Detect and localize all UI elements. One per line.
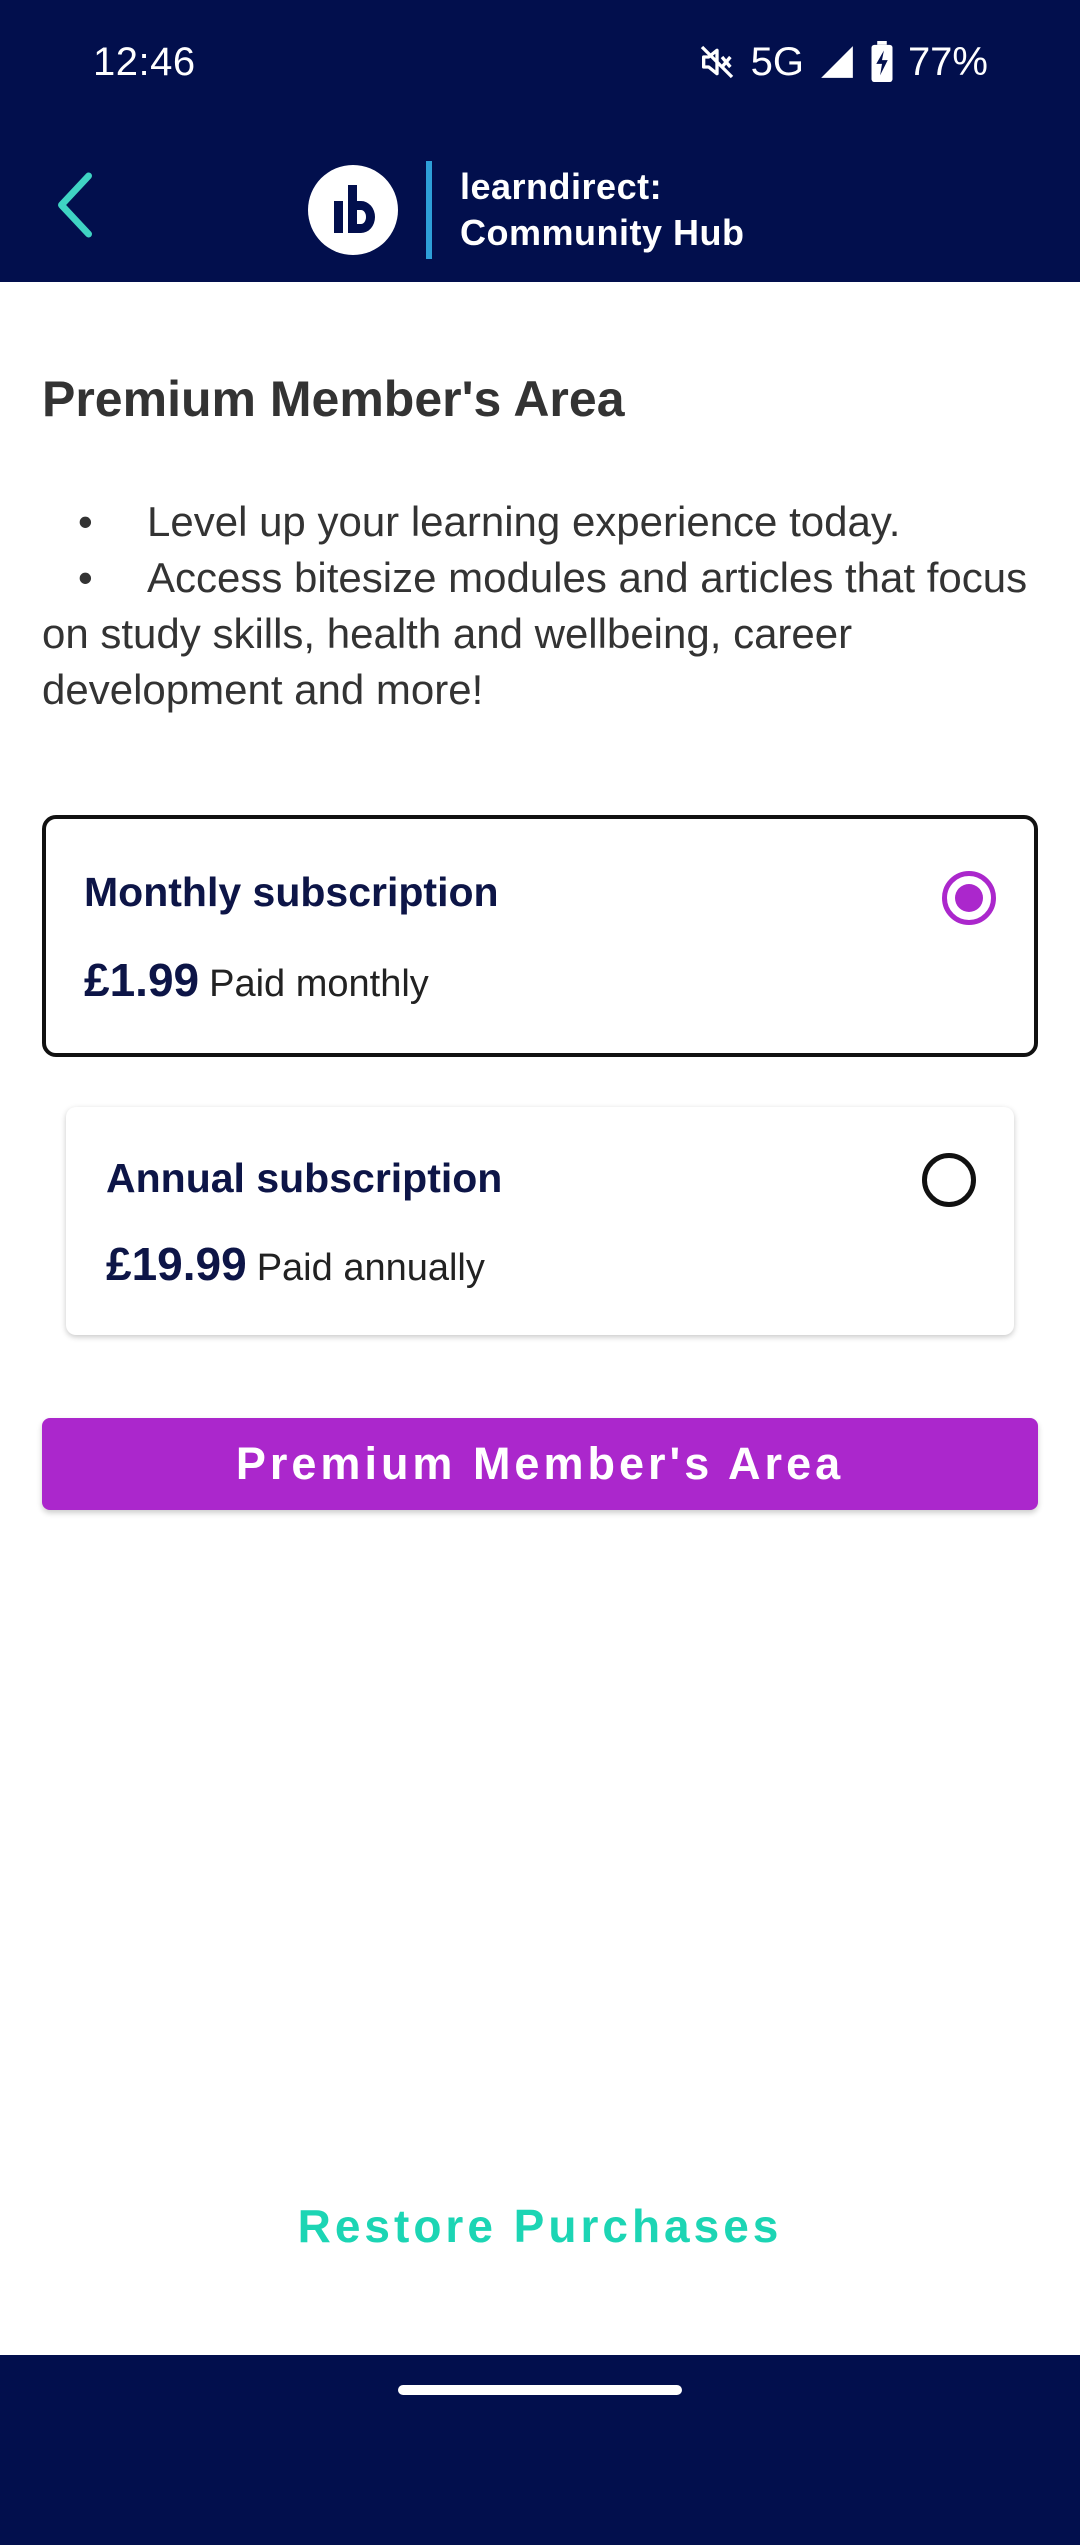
annual-plan-option[interactable]: Annual subscription £19.99 Paid annually — [66, 1107, 1014, 1335]
list-item-text: Access bitesize modules and articles tha… — [42, 554, 1028, 713]
page-title: Premium Member's Area — [42, 371, 625, 427]
signal-icon — [818, 43, 856, 81]
monthly-plan-option[interactable]: Monthly subscription £1.99 Paid monthly — [42, 815, 1038, 1057]
mute-icon — [697, 42, 737, 82]
home-indicator[interactable] — [398, 2385, 682, 2395]
app-logo: learndirect: Community Hub — [308, 160, 744, 260]
battery-charging-icon — [870, 41, 894, 83]
premium-area-button[interactable]: Premium Member's Area — [42, 1418, 1038, 1510]
network-label: 5G — [750, 39, 804, 84]
radio-selected-icon[interactable] — [942, 871, 996, 925]
status-icons: 5G 77% — [697, 38, 988, 86]
app-bar: learndirect: Community Hub — [0, 132, 1080, 282]
plan-price: £19.99 — [106, 1238, 247, 1290]
gesture-nav-bar — [0, 2355, 1080, 2545]
restore-purchases-link[interactable]: Restore Purchases — [0, 2199, 1080, 2253]
status-time: 12:46 — [93, 40, 196, 84]
plan-price-row: £19.99 Paid annually — [106, 1237, 485, 1291]
learndirect-logo-icon — [308, 165, 398, 255]
radio-unselected-icon[interactable] — [922, 1153, 976, 1207]
app-title-line2: Community Hub — [460, 212, 745, 253]
benefits-list: • Level up your learning experience today… — [42, 494, 1042, 718]
battery-percent: 77% — [907, 39, 988, 84]
plan-price-row: £1.99 Paid monthly — [84, 953, 429, 1007]
app-title-line1: learndirect: — [460, 166, 663, 207]
status-bar: 12:46 5G 77% — [0, 0, 1080, 132]
list-item-text: Level up your learning experience today. — [147, 498, 901, 545]
bullet-icon: • — [78, 498, 93, 545]
list-item: • Access bitesize modules and articles th… — [42, 550, 1042, 718]
plan-price: £1.99 — [84, 954, 200, 1006]
app-title: learndirect: Community Hub — [460, 164, 744, 256]
bullet-icon: • — [78, 554, 93, 601]
plan-name: Monthly subscription — [84, 869, 499, 915]
logo-divider — [426, 161, 432, 259]
plan-frequency: Paid monthly — [209, 963, 429, 1005]
plan-frequency: Paid annually — [256, 1247, 485, 1289]
chevron-left-icon — [55, 171, 95, 243]
back-button[interactable] — [40, 171, 110, 243]
plan-name: Annual subscription — [106, 1155, 503, 1201]
list-item: • Level up your learning experience today… — [42, 494, 1042, 550]
